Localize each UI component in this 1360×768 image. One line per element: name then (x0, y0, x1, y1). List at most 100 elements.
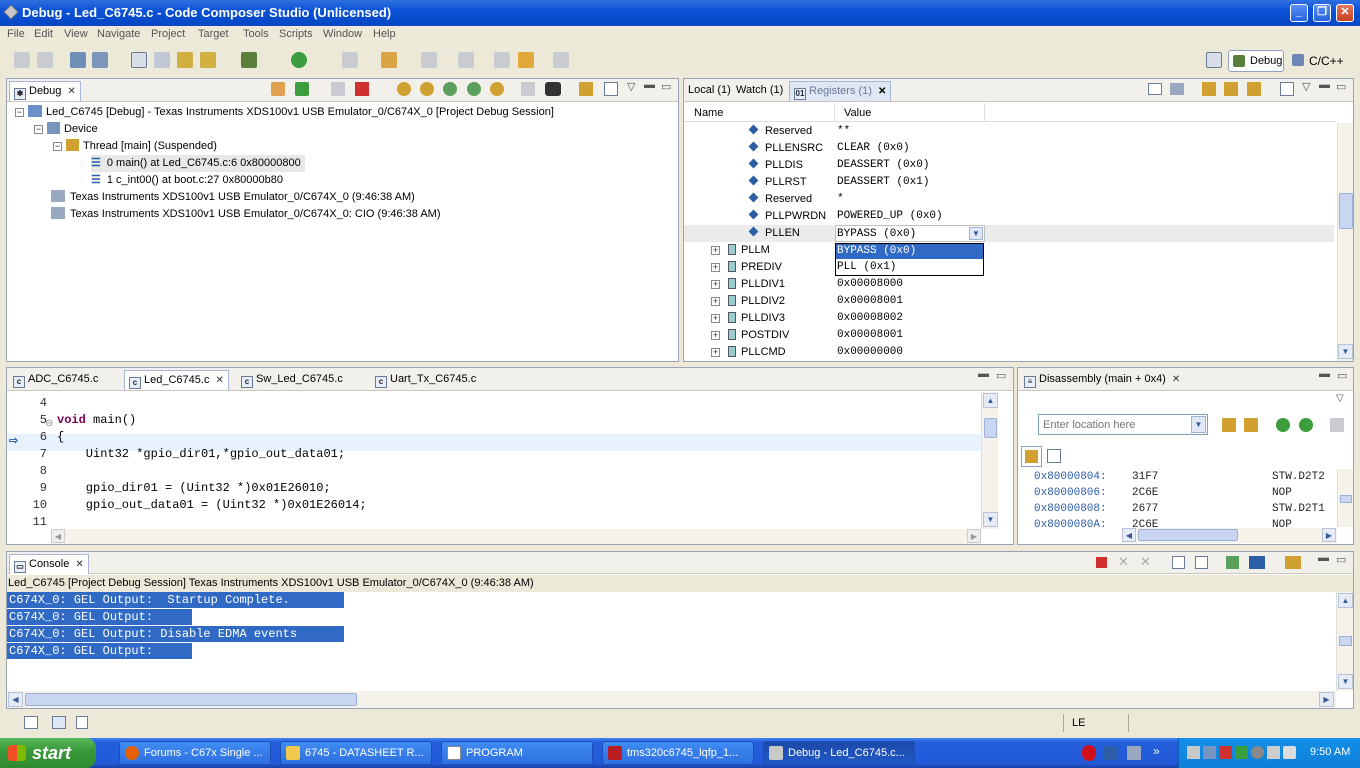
build-icon[interactable] (70, 52, 86, 68)
disassembly-horizontal-scrollbar[interactable]: ◀ ▶ (1122, 528, 1337, 543)
asm-row[interactable]: 0x80000804: (1034, 471, 1107, 483)
back-icon[interactable] (518, 52, 534, 68)
table-row[interactable]: + PLLDIV2 0x00008001 (684, 293, 1334, 310)
last-edit-icon[interactable] (494, 52, 510, 68)
taskbar-program[interactable]: PROGRAM (441, 741, 593, 765)
new-icon[interactable] (14, 52, 30, 68)
prev-annotation-icon[interactable] (458, 52, 474, 68)
close-tab-icon[interactable]: ✕ (1172, 371, 1180, 389)
save-icon[interactable] (37, 52, 53, 68)
restart-icon[interactable] (467, 82, 481, 96)
tree-item-thread[interactable]: − Thread [main] (Suspended) (53, 138, 217, 155)
tray-icon[interactable] (1203, 746, 1216, 759)
menu-scripts[interactable]: Scripts (279, 28, 313, 40)
scroll-thumb[interactable] (1138, 529, 1238, 541)
menu-project[interactable]: Project (151, 28, 185, 40)
expand-icon[interactable]: + (711, 280, 720, 289)
close-button[interactable]: ✕ (1336, 4, 1354, 22)
remove-terminated-icon[interactable] (271, 82, 285, 96)
minimize-view-icon[interactable]: ▬ (978, 368, 989, 380)
display-console-icon[interactable] (1249, 556, 1265, 569)
close-tab-icon[interactable]: ✕ (67, 83, 75, 101)
run-icon[interactable] (291, 52, 307, 68)
scroll-up-icon[interactable]: ▲ (1338, 593, 1353, 608)
tab-sw-led-c6745[interactable]: c Sw_Led_C6745.c (237, 370, 347, 390)
scroll-thumb[interactable] (1339, 636, 1352, 646)
table-row[interactable]: PLLENSRC CLEAR (0x0) (684, 140, 1334, 157)
tab-debug[interactable]: ✱ Debug ✕ (9, 81, 81, 101)
pin-icon[interactable] (381, 52, 397, 68)
expand-icon[interactable]: + (711, 348, 720, 357)
scroll-down-icon[interactable]: ▼ (1338, 674, 1353, 689)
tree-item-session[interactable]: − Led_C6745 [Debug] - Texas Instruments X… (15, 104, 554, 121)
close-tab-icon[interactable]: ✕ (878, 83, 886, 101)
table-row[interactable]: + PLLCMD 0x00000000 (684, 344, 1334, 361)
search-icon[interactable] (342, 52, 358, 68)
new-window-icon[interactable] (1047, 449, 1061, 463)
collapse-icon[interactable]: − (53, 142, 62, 151)
taskbar-firefox[interactable]: Forums - C67x Single ... (119, 741, 271, 765)
cpp-perspective-button[interactable]: C/C++ (1289, 50, 1349, 72)
scroll-left-icon[interactable]: ◀ (1122, 528, 1136, 542)
tab-console[interactable]: ▭ Console ✕ (9, 554, 89, 574)
expand-icon[interactable]: + (711, 331, 720, 340)
tree-item-frame-1[interactable]: ☰ 1 c_int00() at boot.c:27 0x80000b80 (91, 172, 283, 189)
minimize-view-icon[interactable]: ▬ (1319, 368, 1330, 380)
lock-icon[interactable] (1247, 82, 1261, 96)
opera-icon[interactable] (1082, 745, 1096, 761)
refresh-icon[interactable] (1244, 418, 1258, 432)
dropdown-option-pll[interactable]: PLL (0x1) (836, 260, 983, 275)
expand-icon[interactable]: + (711, 314, 720, 323)
scroll-thumb[interactable] (1340, 495, 1352, 503)
column-name[interactable]: Name (694, 107, 723, 119)
maximize-view-icon[interactable]: ▭ (661, 80, 671, 93)
disassembly-vertical-scrollbar[interactable] (1337, 469, 1353, 527)
maximize-view-icon[interactable]: ▭ (1336, 80, 1346, 93)
console-output[interactable]: C674X_0: GEL Output: Startup Complete. C… (7, 592, 1336, 691)
table-row[interactable]: PLLDIS DEASSERT (0x0) (684, 157, 1334, 174)
table-row[interactable]: PLLRST DEASSERT (0x1) (684, 174, 1334, 191)
open-console-icon[interactable] (1285, 556, 1301, 569)
scroll-right-icon[interactable]: ▶ (1319, 692, 1334, 707)
refresh-icon[interactable] (579, 82, 593, 96)
chevron-down-icon[interactable]: ▼ (1191, 416, 1206, 433)
debug-perspective-button[interactable]: Debug (1228, 50, 1284, 72)
debug-bug-icon[interactable] (241, 52, 257, 68)
debug-toggle-icon[interactable] (131, 52, 147, 68)
menu-help[interactable]: Help (373, 28, 396, 40)
forward-icon[interactable] (553, 52, 569, 68)
open-perspective-icon[interactable] (1206, 52, 1222, 68)
connect-target-icon[interactable] (521, 82, 535, 96)
minimize-view-icon[interactable]: ▬ (644, 79, 655, 91)
show-opcodes-icon[interactable] (1330, 418, 1344, 432)
tree-item-device[interactable]: − Device (34, 121, 98, 138)
scroll-thumb[interactable] (1339, 193, 1353, 229)
scroll-thumb[interactable] (984, 418, 997, 438)
quicklaunch-icon[interactable] (1104, 746, 1118, 760)
load-program-icon[interactable] (545, 82, 561, 96)
scroll-left-icon[interactable]: ◀ (51, 529, 65, 543)
connect-icon[interactable] (200, 52, 216, 68)
taskbar-pdf[interactable]: tms320c6745_lqfp_1... (602, 741, 754, 765)
tree-item-emulator[interactable]: Texas Instruments XDS100v1 USB Emulator_… (51, 189, 415, 206)
view-menu-icon[interactable]: ▽ (1336, 393, 1344, 404)
maximize-view-icon[interactable]: ▭ (1336, 553, 1346, 566)
chevron-right-icon[interactable]: » (1153, 744, 1160, 758)
scroll-right-icon[interactable]: ▶ (967, 529, 981, 543)
terminate-icon[interactable] (1096, 557, 1107, 568)
console-horizontal-scrollbar[interactable]: ◀ ▶ (7, 691, 1336, 708)
code-area[interactable]: ⇨ ⊖ 4 5 void main() 6 { 7 Uint32 *gpio_d… (7, 392, 981, 529)
scroll-down-icon[interactable]: ▼ (983, 512, 998, 527)
tree-item-cio[interactable]: Texas Instruments XDS100v1 USB Emulator_… (51, 206, 441, 223)
dropdown-option-bypass[interactable]: BYPASS (0x0) (836, 244, 983, 259)
remove-launch-icon[interactable]: ✕ (1118, 554, 1129, 570)
view-menu-icon[interactable]: ▽ (1302, 80, 1310, 93)
tray-icon[interactable] (1251, 746, 1264, 759)
tab-watch[interactable]: Watch (1) (732, 81, 787, 101)
table-row-selected[interactable]: PLLEN BYPASS (0x0) ▼ (684, 225, 1334, 242)
resume-icon[interactable] (295, 82, 309, 96)
table-row[interactable]: Reserved * (684, 191, 1334, 208)
grid-icon[interactable] (1170, 83, 1184, 95)
table-row[interactable]: + PLLDIV1 0x00008000 (684, 276, 1334, 293)
taskbar-ccs[interactable]: Debug - Led_C6745.c... (763, 741, 915, 765)
